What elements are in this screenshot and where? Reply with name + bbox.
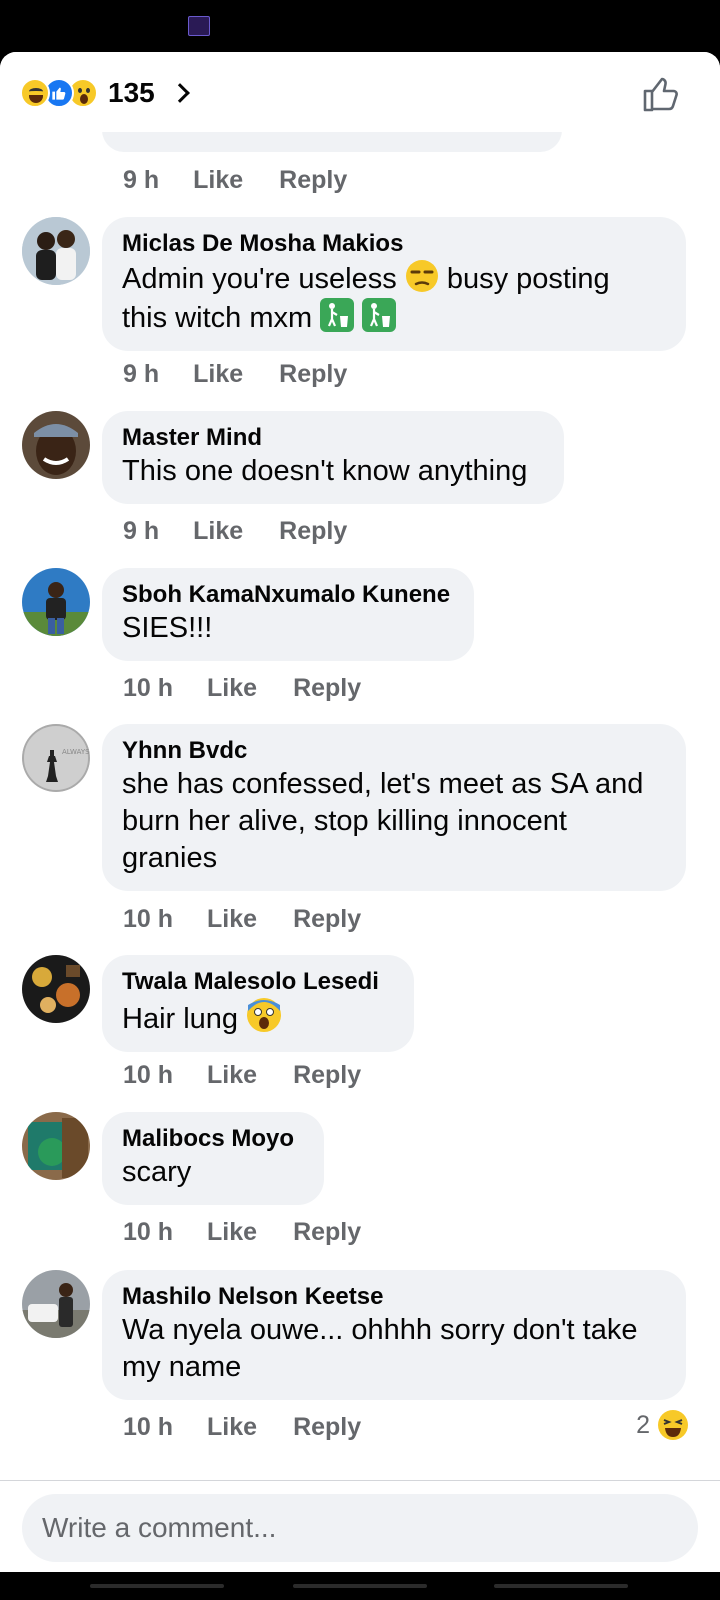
comment-time: 9 h bbox=[123, 360, 160, 388]
svg-text:ALWAYS: ALWAYS bbox=[62, 748, 90, 756]
comment-time: 10 h bbox=[123, 905, 174, 933]
reply-link[interactable]: Reply bbox=[293, 1218, 361, 1247]
reactions-summary[interactable]: 135 bbox=[20, 76, 190, 110]
comment-author[interactable]: Yhnn Bvdc bbox=[122, 736, 666, 766]
comments-sheet: 135 9 h Like Reply Miclas De Mosha Makio… bbox=[0, 52, 720, 1572]
haha-icon bbox=[658, 1410, 688, 1440]
reply-link[interactable]: Reply bbox=[279, 166, 347, 195]
comment-text: Hair lung bbox=[122, 997, 394, 1038]
comment-bubble: Mashilo Nelson Keetse Wa nyela ouwe... o… bbox=[102, 1270, 686, 1400]
comment-reactions[interactable]: 2 bbox=[636, 1408, 690, 1442]
comment-author[interactable]: Mashilo Nelson Keetse bbox=[122, 1282, 666, 1312]
system-nav-bar bbox=[0, 1572, 720, 1600]
like-link[interactable]: Like bbox=[193, 517, 243, 546]
notification-app-icon bbox=[188, 16, 210, 36]
avatar[interactable] bbox=[22, 1112, 90, 1180]
comment-text: Wa nyela ouwe... ohhhh sorry don't take … bbox=[122, 1314, 638, 1383]
comment-author[interactable]: Master Mind bbox=[122, 423, 544, 453]
avatar[interactable] bbox=[22, 568, 90, 636]
comment-time: 10 h bbox=[123, 1218, 174, 1246]
reaction-count[interactable]: 135 bbox=[108, 77, 155, 109]
nav-back-button[interactable] bbox=[494, 1584, 628, 1588]
reply-link[interactable]: Reply bbox=[279, 360, 347, 389]
avatar[interactable] bbox=[22, 411, 90, 479]
avatar[interactable]: ALWAYS bbox=[22, 724, 90, 792]
comment-input-placeholder: Write a comment... bbox=[42, 1512, 277, 1543]
reply-link[interactable]: Reply bbox=[293, 674, 361, 703]
reply-link[interactable]: Reply bbox=[293, 905, 361, 934]
comment-author[interactable]: Sboh KamaNxumalo Kunene bbox=[122, 580, 454, 610]
comment-meta: 10 h Like Reply bbox=[123, 1218, 361, 1247]
comment-bubble: Malibocs Moyo scary bbox=[102, 1112, 324, 1205]
comment-time: 10 h bbox=[123, 674, 174, 702]
avatar[interactable] bbox=[22, 955, 90, 1023]
comment-reaction-count: 2 bbox=[636, 1410, 650, 1439]
litter-bin-icon bbox=[362, 298, 397, 332]
like-link[interactable]: Like bbox=[193, 360, 243, 389]
reply-link[interactable]: Reply bbox=[293, 1413, 361, 1442]
comment-text: This one doesn't know anything bbox=[122, 455, 528, 487]
reactions-header: 135 bbox=[0, 52, 720, 132]
comment-text: SIES!!! bbox=[122, 612, 213, 644]
comment-time: 9 h bbox=[123, 166, 160, 194]
comment-author[interactable]: Malibocs Moyo bbox=[122, 1124, 304, 1154]
haha-icon bbox=[20, 78, 50, 108]
nav-recents-button[interactable] bbox=[90, 1584, 224, 1588]
comment-author[interactable]: Twala Malesolo Lesedi bbox=[122, 967, 394, 997]
thumbs-up-icon[interactable] bbox=[642, 76, 680, 112]
comment-meta: 9 h Like Reply bbox=[123, 166, 347, 195]
comment-meta: 9 h Like Reply bbox=[123, 360, 347, 389]
avatar[interactable] bbox=[22, 217, 90, 285]
comment-meta: 10 h Like Reply bbox=[123, 905, 361, 934]
comment-author[interactable]: Miclas De Mosha Makios bbox=[122, 229, 666, 259]
comment-bubble: Sboh KamaNxumalo Kunene SIES!!! bbox=[102, 568, 474, 661]
comment-time: 9 h bbox=[123, 517, 160, 545]
nav-home-button[interactable] bbox=[293, 1584, 427, 1588]
like-link[interactable]: Like bbox=[207, 1413, 257, 1442]
like-link[interactable]: Like bbox=[207, 905, 257, 934]
comment-meta: 10 h Like Reply bbox=[123, 1413, 361, 1442]
comment-text: scary bbox=[122, 1156, 192, 1188]
chevron-right-icon[interactable] bbox=[169, 83, 190, 103]
reply-link[interactable]: Reply bbox=[279, 517, 347, 546]
like-link[interactable]: Like bbox=[207, 1061, 257, 1090]
like-link[interactable]: Like bbox=[193, 166, 243, 195]
comment-bubble: Yhnn Bvdc she has confessed, let's meet … bbox=[102, 724, 686, 891]
like-link[interactable]: Like bbox=[207, 1218, 257, 1247]
status-bar bbox=[0, 0, 720, 52]
comment-meta: 10 h Like Reply bbox=[123, 674, 361, 703]
comment-input[interactable]: Write a comment... bbox=[22, 1494, 698, 1562]
comment-meta: 9 h Like Reply bbox=[123, 517, 347, 546]
composer-divider bbox=[0, 1480, 720, 1481]
avatar[interactable] bbox=[22, 1270, 90, 1338]
like-link[interactable]: Like bbox=[207, 674, 257, 703]
comments-list[interactable]: 9 h Like Reply Miclas De Mosha Makios Ad… bbox=[0, 102, 720, 1472]
comment-bubble: Twala Malesolo Lesedi Hair lung bbox=[102, 955, 414, 1052]
litter-bin-icon bbox=[320, 298, 355, 332]
comment-text: she has confessed, let's meet as SA and … bbox=[122, 768, 644, 874]
comment-meta: 10 h Like Reply bbox=[123, 1061, 361, 1090]
screaming-face-icon bbox=[247, 998, 282, 1032]
comment-time: 10 h bbox=[123, 1061, 174, 1089]
comment-time: 10 h bbox=[123, 1413, 174, 1441]
comment-text: Admin you're useless busy posting this w… bbox=[122, 259, 666, 337]
comment-bubble: Master Mind This one doesn't know anythi… bbox=[102, 411, 564, 504]
unamused-face-icon bbox=[405, 260, 438, 292]
comment-bubble: Miclas De Mosha Makios Admin you're usel… bbox=[102, 217, 686, 351]
reply-link[interactable]: Reply bbox=[293, 1061, 361, 1090]
